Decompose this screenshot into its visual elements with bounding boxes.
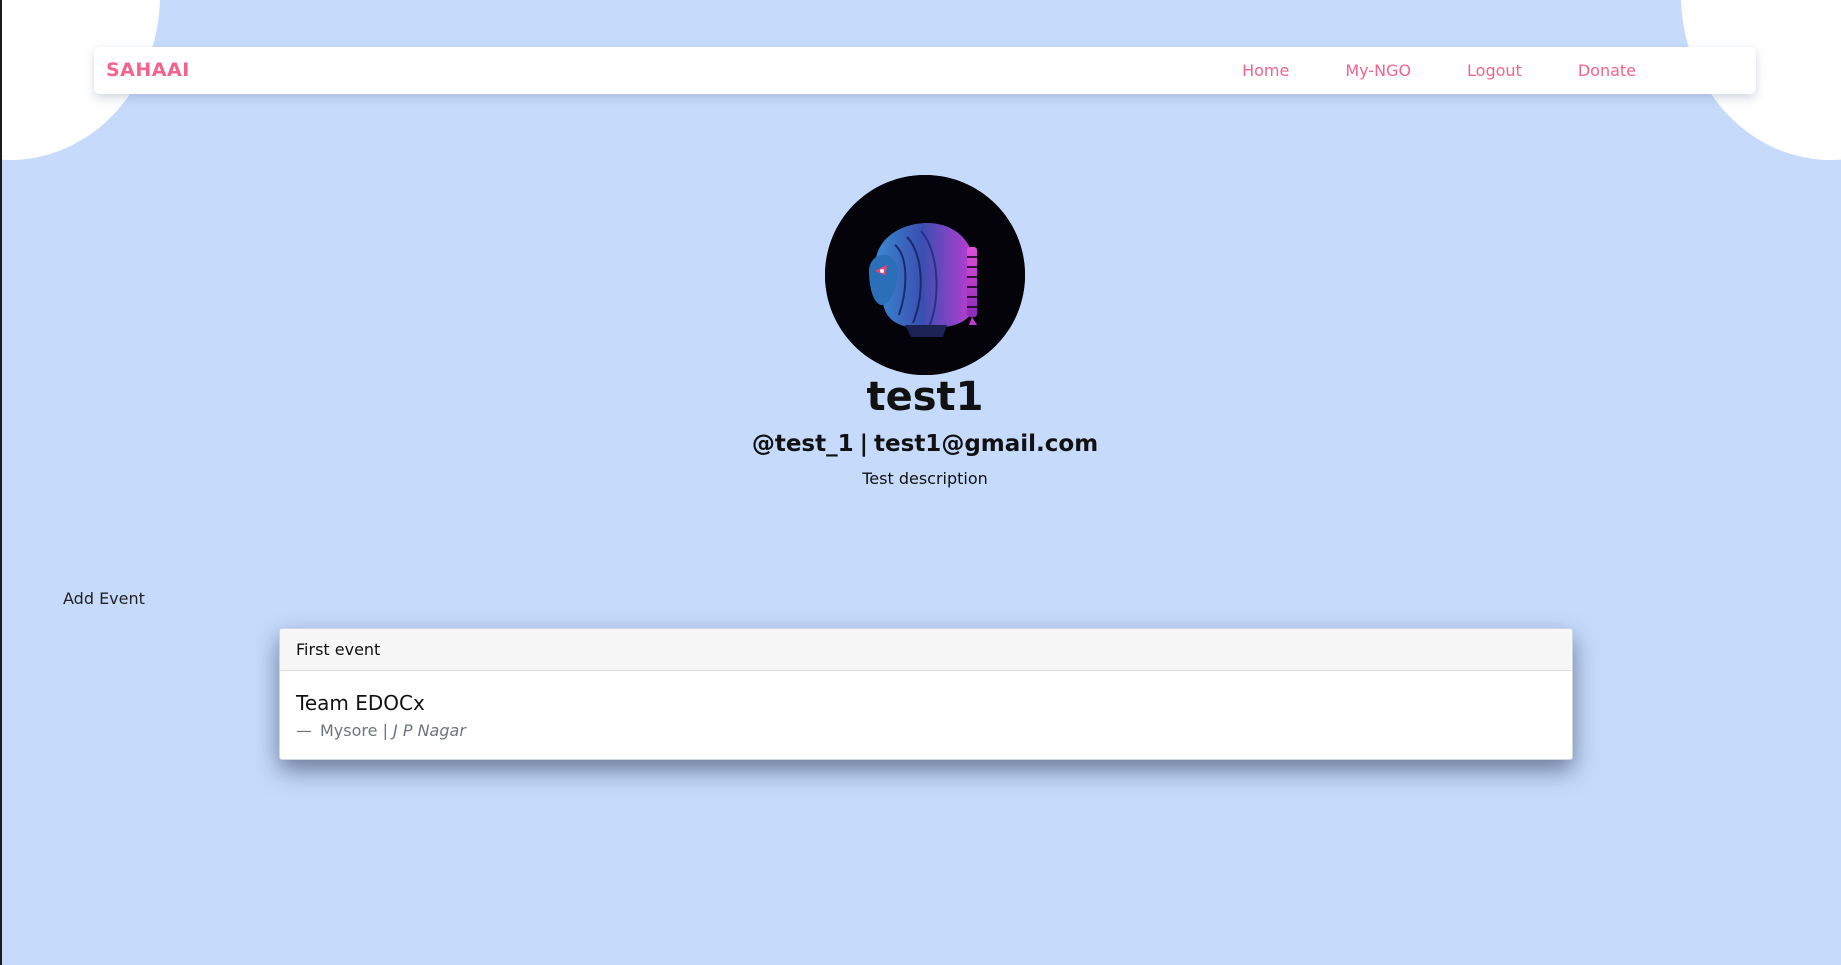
event-city: Mysore <box>320 721 378 740</box>
event-area: J P Nagar <box>393 721 466 740</box>
profile-handle: @test_1 | test1@gmail.com <box>0 431 1841 457</box>
nav-link-home[interactable]: Home <box>1242 61 1289 80</box>
profile-name: test1 <box>866 374 984 420</box>
event-card-header: First event <box>280 629 1572 671</box>
profile-description: Test description <box>862 469 988 488</box>
navbar: SAHAAI Home My-NGO Logout Donate <box>94 47 1756 94</box>
event-location-dash: — <box>296 721 312 740</box>
avatar <box>825 175 1025 375</box>
astronaut-helmet-avatar-icon <box>825 175 1025 375</box>
profile-username: @test_1 <box>751 431 854 457</box>
add-event-link[interactable]: Add Event <box>63 589 145 608</box>
page: SAHAAI Home My-NGO Logout Donate test1 @… <box>0 0 1841 965</box>
profile-email: test1@gmail.com <box>874 431 1099 457</box>
nav-link-logout[interactable]: Logout <box>1467 61 1522 80</box>
event-card-body: Team EDOCx — Mysore | J P Nagar <box>280 671 1572 740</box>
brand-logo[interactable]: SAHAAI <box>106 59 190 81</box>
event-title: Team EDOCx <box>296 691 425 715</box>
nav-links: Home My-NGO Logout Donate <box>1242 47 1756 94</box>
event-card[interactable]: First event Team EDOCx — Mysore | J P Nag… <box>279 628 1573 760</box>
nav-link-my-ngo[interactable]: My-NGO <box>1345 61 1411 80</box>
event-location: — Mysore | J P Nagar <box>296 721 1556 740</box>
event-location-separator: | <box>382 721 388 740</box>
profile-separator: | <box>859 431 869 457</box>
nav-link-donate[interactable]: Donate <box>1578 61 1636 80</box>
